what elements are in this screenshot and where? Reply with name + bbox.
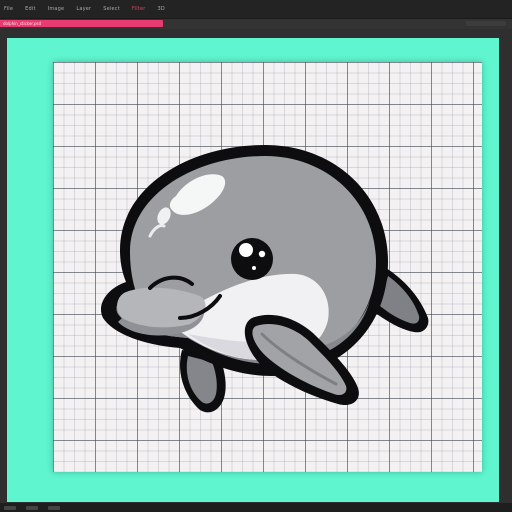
status-chip [26, 505, 38, 510]
status-chip [4, 505, 16, 510]
dolphin-sticker-artwork[interactable] [0, 0, 512, 512]
status-chip [48, 505, 60, 510]
dolphin-eye [231, 238, 273, 280]
status-bar [0, 503, 512, 512]
